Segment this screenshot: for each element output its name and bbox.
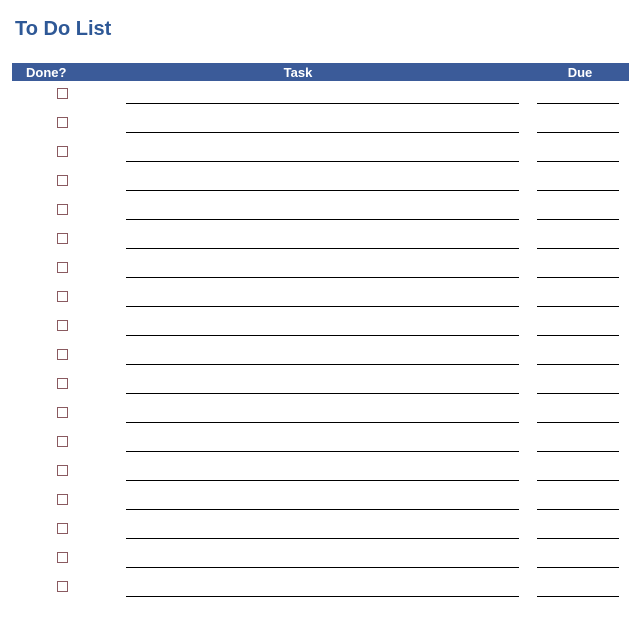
task-field[interactable] — [126, 103, 519, 104]
column-header-done: Done? — [16, 65, 101, 80]
column-header-row: Done? Task Due — [12, 63, 629, 81]
task-field[interactable] — [126, 219, 519, 220]
done-checkbox[interactable] — [57, 523, 68, 534]
due-field[interactable] — [537, 422, 619, 423]
task-field[interactable] — [126, 364, 519, 365]
done-checkbox[interactable] — [57, 117, 68, 128]
checkbox-cell — [16, 197, 101, 226]
list-row — [12, 284, 629, 313]
due-field[interactable] — [537, 132, 619, 133]
list-row — [12, 139, 629, 168]
done-checkbox[interactable] — [57, 320, 68, 331]
list-row — [12, 313, 629, 342]
done-checkbox[interactable] — [57, 436, 68, 447]
done-checkbox[interactable] — [57, 146, 68, 157]
due-field[interactable] — [537, 451, 619, 452]
checkbox-cell — [16, 458, 101, 487]
task-field[interactable] — [126, 161, 519, 162]
due-field[interactable] — [537, 567, 619, 568]
due-field[interactable] — [537, 306, 619, 307]
list-row — [12, 342, 629, 371]
done-checkbox[interactable] — [57, 407, 68, 418]
done-checkbox[interactable] — [57, 291, 68, 302]
list-row — [12, 110, 629, 139]
task-field[interactable] — [126, 248, 519, 249]
done-checkbox[interactable] — [57, 88, 68, 99]
due-field[interactable] — [537, 248, 619, 249]
checkbox-cell — [16, 284, 101, 313]
checkbox-cell — [16, 400, 101, 429]
list-row — [12, 168, 629, 197]
checkbox-cell — [16, 168, 101, 197]
checkbox-cell — [16, 574, 101, 603]
checkbox-cell — [16, 81, 101, 110]
list-row — [12, 545, 629, 574]
task-field[interactable] — [126, 480, 519, 481]
due-field[interactable] — [537, 335, 619, 336]
checkbox-cell — [16, 429, 101, 458]
list-row — [12, 226, 629, 255]
list-row — [12, 197, 629, 226]
checkbox-cell — [16, 226, 101, 255]
due-field[interactable] — [537, 393, 619, 394]
done-checkbox[interactable] — [57, 233, 68, 244]
checkbox-cell — [16, 255, 101, 284]
checkbox-cell — [16, 371, 101, 400]
list-row — [12, 400, 629, 429]
done-checkbox[interactable] — [57, 581, 68, 592]
checkbox-cell — [16, 516, 101, 545]
due-field[interactable] — [537, 190, 619, 191]
list-row — [12, 371, 629, 400]
due-field[interactable] — [537, 277, 619, 278]
due-field[interactable] — [537, 161, 619, 162]
task-field[interactable] — [126, 306, 519, 307]
list-row — [12, 81, 629, 110]
due-field[interactable] — [537, 219, 619, 220]
task-field[interactable] — [126, 393, 519, 394]
done-checkbox[interactable] — [57, 262, 68, 273]
due-field[interactable] — [537, 596, 619, 597]
list-row — [12, 516, 629, 545]
done-checkbox[interactable] — [57, 204, 68, 215]
column-header-task: Task — [101, 65, 535, 80]
task-field[interactable] — [126, 567, 519, 568]
task-field[interactable] — [126, 422, 519, 423]
done-checkbox[interactable] — [57, 552, 68, 563]
page-title: To Do List — [15, 18, 629, 41]
due-field[interactable] — [537, 538, 619, 539]
task-field[interactable] — [126, 538, 519, 539]
task-field[interactable] — [126, 132, 519, 133]
due-field[interactable] — [537, 480, 619, 481]
done-checkbox[interactable] — [57, 378, 68, 389]
done-checkbox[interactable] — [57, 465, 68, 476]
checkbox-cell — [16, 545, 101, 574]
task-field[interactable] — [126, 277, 519, 278]
due-field[interactable] — [537, 509, 619, 510]
checkbox-cell — [16, 487, 101, 516]
done-checkbox[interactable] — [57, 494, 68, 505]
list-row — [12, 458, 629, 487]
task-field[interactable] — [126, 509, 519, 510]
checkbox-cell — [16, 342, 101, 371]
done-checkbox[interactable] — [57, 349, 68, 360]
task-field[interactable] — [126, 190, 519, 191]
list-row — [12, 429, 629, 458]
checkbox-cell — [16, 139, 101, 168]
list-row — [12, 574, 629, 603]
column-header-due: Due — [535, 65, 625, 80]
task-field[interactable] — [126, 335, 519, 336]
done-checkbox[interactable] — [57, 175, 68, 186]
checkbox-cell — [16, 313, 101, 342]
due-field[interactable] — [537, 364, 619, 365]
rows-container — [12, 81, 629, 603]
task-field[interactable] — [126, 451, 519, 452]
checkbox-cell — [16, 110, 101, 139]
list-row — [12, 487, 629, 516]
task-field[interactable] — [126, 596, 519, 597]
due-field[interactable] — [537, 103, 619, 104]
list-row — [12, 255, 629, 284]
